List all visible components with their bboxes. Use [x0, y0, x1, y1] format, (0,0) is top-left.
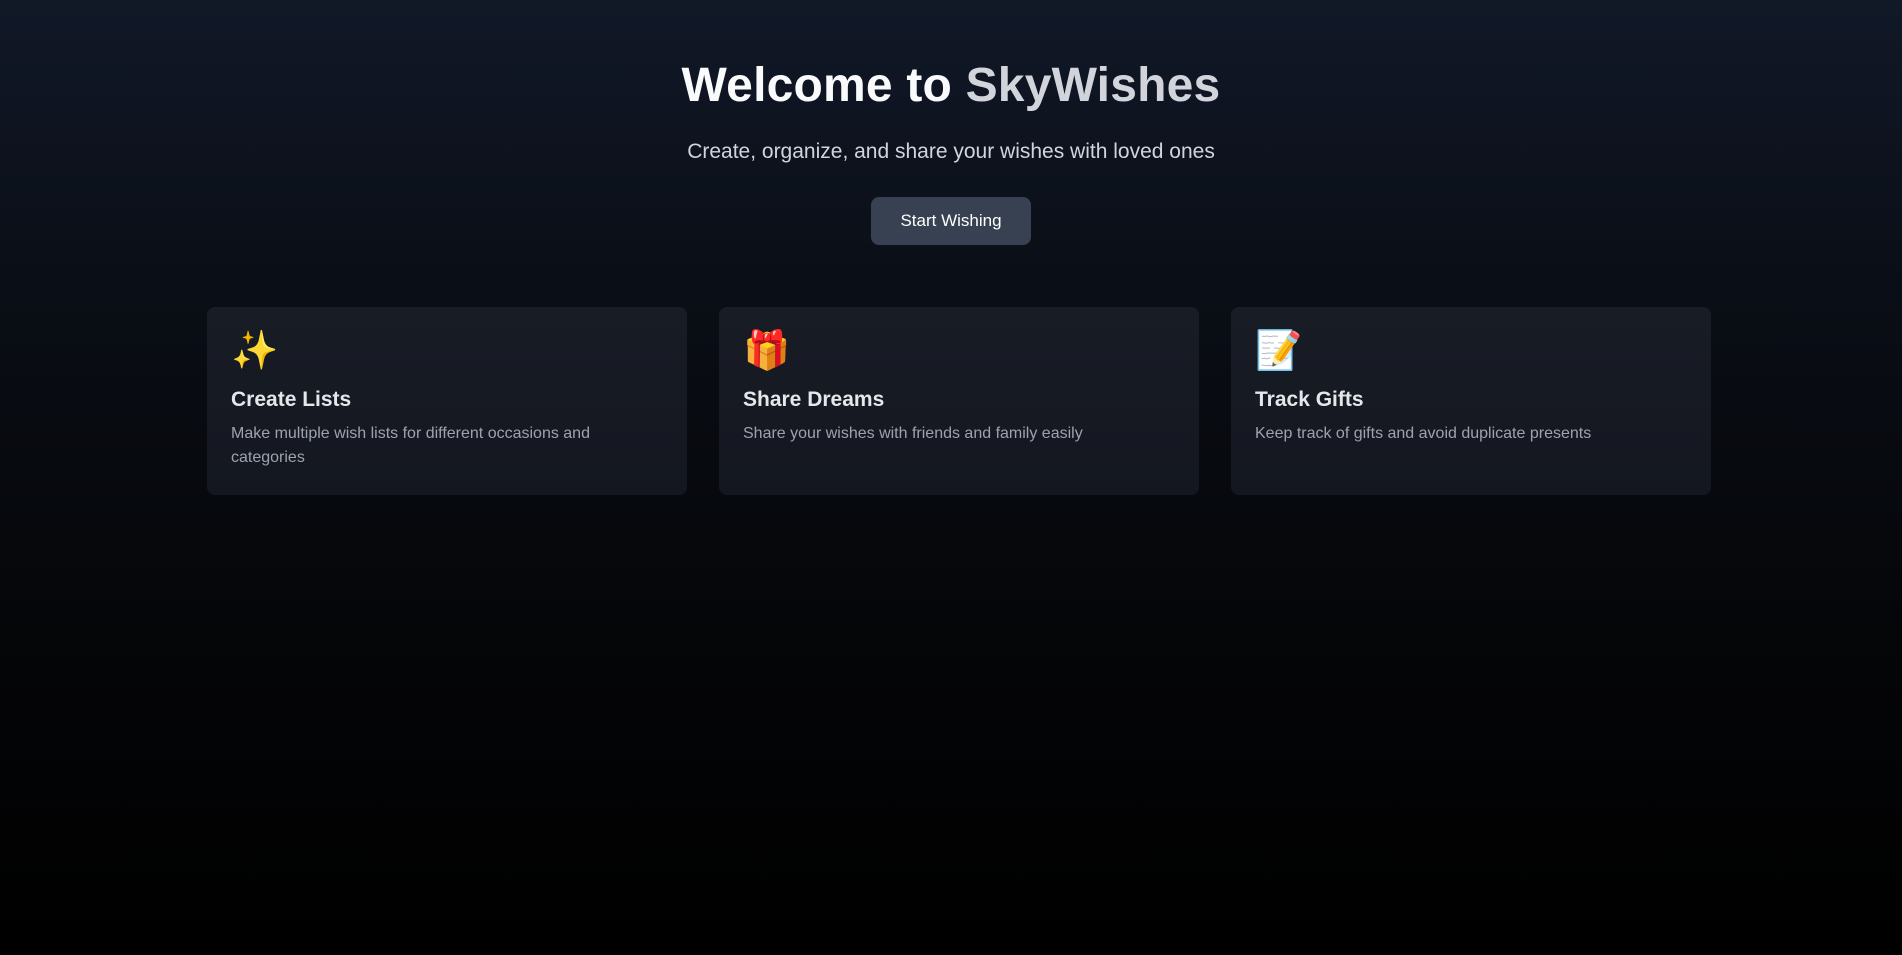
feature-card-share-dreams: 🎁 Share Dreams Share your wishes with fr… — [719, 307, 1199, 495]
feature-title: Share Dreams — [743, 388, 885, 411]
feature-title: Create Lists — [231, 388, 352, 411]
features-grid: ✨ Create Lists Make multiple wish lists … — [207, 307, 1711, 495]
gift-icon: 🎁 — [743, 330, 791, 372]
sparkles-icon: ✨ — [231, 330, 279, 372]
feature-description: Keep track of gifts and avoid duplicate … — [1255, 425, 1592, 442]
title-prefix: Welcome to — [681, 59, 966, 112]
feature-description: Make multiple wish lists for different o… — [231, 425, 590, 466]
feature-card-track-gifts: 📝 Track Gifts Keep track of gifts and av… — [1231, 307, 1711, 495]
page-title: Welcome to SkyWishes — [0, 58, 1902, 114]
feature-title: Track Gifts — [1255, 388, 1364, 411]
feature-description: Share your wishes with friends and famil… — [743, 425, 1083, 442]
hero-section: Welcome to SkyWishes Create, organize, a… — [0, 0, 1902, 245]
hero-subtitle: Create, organize, and share your wishes … — [687, 140, 1215, 163]
start-wishing-button[interactable]: Start Wishing — [871, 197, 1031, 245]
brand-name: SkyWishes — [965, 59, 1221, 112]
feature-card-create-lists: ✨ Create Lists Make multiple wish lists … — [207, 307, 687, 495]
memo-icon: 📝 — [1255, 330, 1303, 372]
